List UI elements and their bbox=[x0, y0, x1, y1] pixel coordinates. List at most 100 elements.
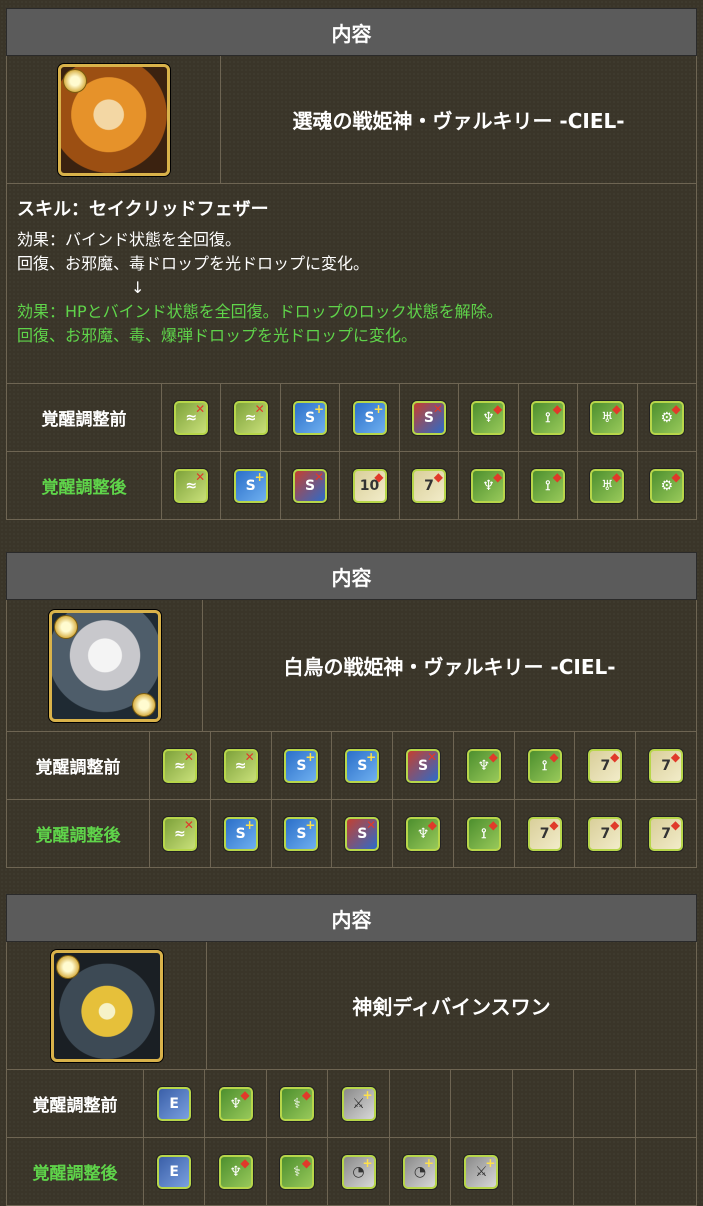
awakening-cell: ⚙ ◆ bbox=[638, 452, 696, 519]
awakening-cell: ≈ ✕ bbox=[150, 800, 211, 867]
skill-boost-plus-icon[interactable]: S + bbox=[352, 400, 387, 435]
skill-boost-x-icon[interactable]: S ✕ bbox=[345, 816, 380, 851]
team-hp-plus-icon[interactable]: ◔ + bbox=[341, 1154, 376, 1189]
devil-killer-icon[interactable]: ♅ ◆ bbox=[590, 400, 625, 435]
awakening-mark: ◆ bbox=[612, 401, 622, 416]
seven-combo-icon[interactable]: 7 ◆ bbox=[588, 748, 623, 783]
awakening-cell: 7 ◆ bbox=[400, 452, 460, 519]
skill-boost-plus-icon[interactable]: S + bbox=[233, 468, 268, 503]
enhanced-e-icon[interactable]: E bbox=[157, 1086, 192, 1121]
awakening-mark: ✕ bbox=[426, 749, 438, 764]
seven-combo-icon[interactable]: 7 ◆ bbox=[527, 816, 562, 851]
god-killer-icon[interactable]: ♆ ◆ bbox=[218, 1086, 253, 1121]
healer-killer-icon[interactable]: ⚕ ◆ bbox=[280, 1154, 315, 1189]
machine-killer-icon[interactable]: ⚙ ◆ bbox=[649, 468, 684, 503]
awakening-cell: ≈ ✕ bbox=[211, 732, 272, 799]
awakening-cell: S + bbox=[272, 732, 333, 799]
awakening-mark: ◆ bbox=[610, 817, 620, 832]
seven-combo-icon[interactable]: 7 ◆ bbox=[649, 748, 684, 783]
awakening-mark: ◆ bbox=[301, 1087, 312, 1102]
god-killer-icon[interactable]: ♆ ◆ bbox=[466, 748, 501, 783]
bind-resist-xplus-icon[interactable]: ≈ ✕ bbox=[174, 468, 209, 503]
awakening-mark: ◆ bbox=[488, 817, 498, 832]
awakening-mark: ◆ bbox=[493, 469, 503, 484]
dragon-killer-icon[interactable]: ⟟ ◆ bbox=[466, 816, 501, 851]
seven-combo-icon[interactable]: 7 ◆ bbox=[411, 468, 446, 503]
god-killer-icon[interactable]: ♆ ◆ bbox=[471, 468, 506, 503]
awakening-cell: 7 ◆ bbox=[515, 800, 576, 867]
skill-before-line-2: 回復、お邪魔、毒ドロップを光ドロップに変化。 bbox=[17, 254, 370, 273]
awakening-cell: 7 ◆ bbox=[575, 732, 637, 799]
awakening-cell: ♆ ◆ bbox=[393, 800, 454, 867]
skill-boost-x-icon[interactable]: S ✕ bbox=[406, 748, 441, 783]
divine-swan-sword-portrait-icon[interactable] bbox=[50, 949, 163, 1062]
awakening-cell: ⟟ ◆ bbox=[519, 452, 579, 519]
skill-after-line-1: 効果：HPとバインド状態を全回復。ドロップのロック状態を解除。 bbox=[17, 302, 503, 321]
after-label: 覚醒調整後 bbox=[7, 452, 162, 519]
dragon-killer-icon[interactable]: ⟟ ◆ bbox=[527, 748, 562, 783]
dragon-killer-icon[interactable]: ⟟ ◆ bbox=[530, 468, 565, 503]
awakening-glyph: 7 bbox=[600, 825, 611, 842]
god-killer-icon[interactable]: ♆ ◆ bbox=[471, 400, 506, 435]
skill-block: スキル：セイクリッドフェザー 効果：バインド状態を全回復。 回復、お邪魔、毒ドロ… bbox=[6, 184, 697, 384]
god-killer-icon[interactable]: ♆ ◆ bbox=[406, 816, 441, 851]
monster-section-3: 内容 神剣ディバインスワン 覚醒調整前 E ♆ ◆ ⚕ ◆ ⚔ + 覚醒調整後 E ♆ ◆ ⚕ ◆ ◔… bbox=[6, 894, 697, 1206]
ten-combo-icon[interactable]: 10 ◆ bbox=[352, 468, 387, 503]
awakening-mark: ◆ bbox=[240, 1155, 250, 1170]
devil-killer-icon[interactable]: ♅ ◆ bbox=[590, 468, 625, 503]
awakening-glyph: E bbox=[169, 1095, 179, 1112]
bind-resist-xplus-icon[interactable]: ≈ ✕ bbox=[162, 816, 197, 851]
awakening-mark: ✕ bbox=[183, 749, 194, 764]
valkyrie-ciel-white-portrait-icon[interactable] bbox=[48, 609, 161, 722]
awakening-mark: ◆ bbox=[670, 817, 681, 832]
skill-boost-plus-icon[interactable]: S + bbox=[284, 816, 319, 851]
skill-boost-plus-icon[interactable]: S + bbox=[284, 748, 319, 783]
machine-killer-icon[interactable]: ⚙ ◆ bbox=[649, 400, 684, 435]
awakening-cell: S ✕ bbox=[332, 800, 394, 867]
skill-boost-x-icon[interactable]: S ✕ bbox=[293, 468, 328, 503]
awakening-mark: ◆ bbox=[427, 817, 438, 832]
skill-title: スキル：セイクリッドフェザー bbox=[17, 199, 269, 220]
skill-boost-plus-icon[interactable]: S + bbox=[223, 816, 258, 851]
awakening-cell: E bbox=[144, 1138, 206, 1205]
monster-row: 選魂の戦姫神・ヴァルキリー -CIEL- bbox=[6, 56, 697, 184]
awakening-cell: S + bbox=[272, 800, 333, 867]
dragon-killer-icon[interactable]: ⟟ ◆ bbox=[530, 400, 565, 435]
skill-boost-plus-icon[interactable]: S + bbox=[345, 748, 380, 783]
bind-resist-x-icon[interactable]: ≈ ✕ bbox=[233, 400, 268, 435]
awakening-mark: ◆ bbox=[433, 469, 443, 484]
auto-recover-icon[interactable]: ⚔ + bbox=[464, 1154, 499, 1189]
section-header: 内容 bbox=[6, 552, 697, 600]
seven-combo-icon[interactable]: 7 ◆ bbox=[649, 816, 684, 851]
bind-resist-x-icon[interactable]: ≈ ✕ bbox=[174, 400, 209, 435]
god-killer-icon[interactable]: ♆ ◆ bbox=[218, 1154, 253, 1189]
attribute-light-icon bbox=[55, 954, 80, 979]
valkyrie-ciel-orange-portrait-icon[interactable] bbox=[57, 63, 170, 176]
awakening-cell: S + bbox=[211, 800, 272, 867]
awakening-mark: ◆ bbox=[301, 1155, 312, 1170]
skill-boost-plus-icon[interactable]: S + bbox=[293, 400, 328, 435]
auto-recover-icon[interactable]: ⚔ + bbox=[341, 1086, 376, 1121]
team-hp-plus-icon[interactable]: ◔ + bbox=[402, 1154, 437, 1189]
enhanced-e-icon[interactable]: E bbox=[157, 1154, 192, 1189]
awakening-mark: ◆ bbox=[670, 749, 681, 764]
monster-name: 白鳥の戦姫神・ヴァルキリー -CIEL- bbox=[283, 655, 616, 679]
awakening-cell bbox=[390, 1070, 452, 1137]
awakening-mark: + bbox=[362, 1087, 373, 1102]
awakening-cell: S + bbox=[281, 384, 341, 451]
awakening-cell: ♆ ◆ bbox=[454, 732, 515, 799]
healer-killer-icon[interactable]: ⚕ ◆ bbox=[280, 1086, 315, 1121]
awakening-cell bbox=[574, 1138, 636, 1205]
skill-boost-x-icon[interactable]: S ✕ bbox=[411, 400, 446, 435]
bind-resist-x-icon[interactable]: ≈ ✕ bbox=[162, 748, 197, 783]
awakening-cell: 10 ◆ bbox=[340, 452, 400, 519]
bind-resist-x-icon[interactable]: ≈ ✕ bbox=[223, 748, 258, 783]
awakening-mark: ◆ bbox=[552, 469, 562, 484]
awakening-mark: + bbox=[254, 469, 265, 484]
awakening-after-row: 覚醒調整後 ≈ ✕ S + S ✕ 10 ◆ 7 ◆ ♆ ◆ ⟟ ◆ ♅ ◆ ⚙ ◆ bbox=[6, 452, 697, 520]
monster-name: 選魂の戦姫神・ヴァルキリー -CIEL- bbox=[292, 109, 625, 133]
seven-combo-icon[interactable]: 7 ◆ bbox=[588, 816, 623, 851]
awakening-mark: ✕ bbox=[314, 469, 325, 484]
awakening-cell: 7 ◆ bbox=[636, 800, 696, 867]
awakening-glyph: ⟟ bbox=[545, 409, 551, 426]
